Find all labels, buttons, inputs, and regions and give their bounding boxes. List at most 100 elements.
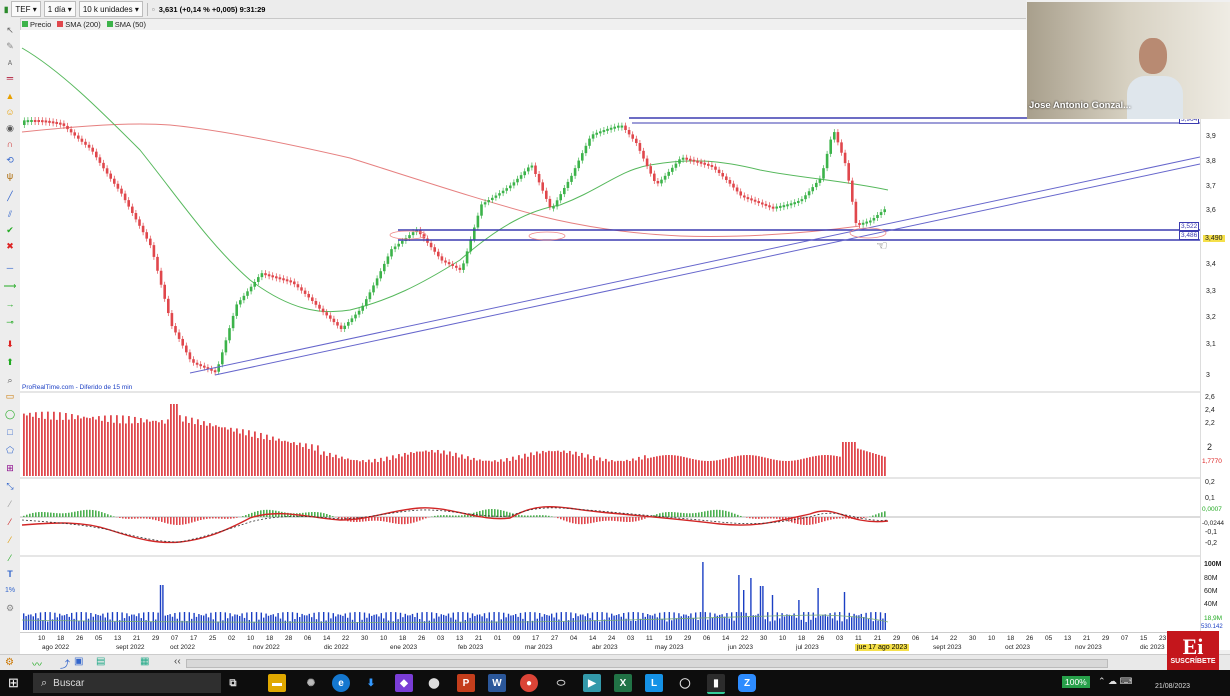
units-selector[interactable]: 10 k unidades ▾ xyxy=(78,1,143,17)
volume-bar xyxy=(882,618,884,630)
candle-body xyxy=(660,179,663,184)
volume-bar xyxy=(846,619,848,630)
polygon-icon[interactable]: ⬠ xyxy=(4,444,16,456)
eye-icon[interactable]: ◉ xyxy=(4,122,16,134)
volume-bar xyxy=(438,616,440,630)
text-tool-icon[interactable]: ᴀ xyxy=(4,56,16,68)
alert-icon[interactable]: ▲ xyxy=(4,90,16,102)
fibonacci-icon[interactable]: ⟲ xyxy=(4,154,16,166)
arrow-up-icon[interactable]: ⬆ xyxy=(4,356,16,368)
chart-canvas[interactable]: ☜ ProRealTime.com - Diferido de 15 min xyxy=(20,30,1200,632)
candle-body xyxy=(509,185,512,189)
andrews-pitchfork-icon[interactable]: ψ xyxy=(4,170,16,182)
template-icon[interactable]: ▦ xyxy=(140,656,149,667)
candle-style-icon[interactable]: ⚙ xyxy=(5,657,14,668)
chart-area[interactable]: ☜ ProRealTime.com - Diferido de 15 min xyxy=(20,30,1200,632)
candlesticks xyxy=(23,117,886,376)
line-tool-icon[interactable]: ─ xyxy=(4,262,16,274)
date-axis[interactable]: 10 18 26 05 13 21 29 07 17 25 02 10 18 28 06 14 22 30 10 18… xyxy=(20,632,1200,655)
maps-icon[interactable]: ⬤ xyxy=(425,674,443,692)
brush-icon[interactable]: ⁄ xyxy=(4,498,16,510)
marker-icon[interactable]: ⁄ xyxy=(4,534,16,546)
chrome-icon[interactable]: ● xyxy=(520,674,538,692)
line-style-icon[interactable]: 〰 xyxy=(32,656,42,671)
l-app-icon[interactable]: L xyxy=(645,674,663,692)
github-icon[interactable]: ◯ xyxy=(676,674,694,692)
histogram-bar xyxy=(341,456,343,476)
histogram-bar xyxy=(743,455,745,476)
macd-bar xyxy=(146,517,148,519)
smiley-icon[interactable]: ☺ xyxy=(4,106,16,118)
timeframe-selector[interactable]: 1 día ▾ xyxy=(43,1,76,17)
volume-bar xyxy=(639,618,642,630)
arrow-down-icon[interactable]: ⬇ xyxy=(4,338,16,350)
download-icon[interactable]: ⬇ xyxy=(362,674,380,692)
prorealtime-icon[interactable]: ▮ xyxy=(707,674,725,694)
powerpoint-icon[interactable]: P xyxy=(457,674,475,692)
tray-icons[interactable]: ⌃ ☁ ⌨ xyxy=(1098,676,1133,687)
rectangle-icon[interactable]: ▭ xyxy=(4,390,16,402)
chart-type-icon[interactable]: ▮ xyxy=(4,5,8,14)
trend-line-icon[interactable]: ╱ xyxy=(4,190,16,202)
legend-item-sma200[interactable]: SMA (200) xyxy=(57,20,101,29)
legend-item-sma50[interactable]: SMA (50) xyxy=(106,20,146,29)
ellipse-icon[interactable]: ◯ xyxy=(4,408,16,420)
histogram-bar xyxy=(632,458,634,476)
highlighter-icon[interactable]: ⁄ xyxy=(4,516,16,528)
settings-icon[interactable]: ⚙ xyxy=(4,602,16,614)
candle-body xyxy=(635,138,638,144)
battery-indicator[interactable]: 100% xyxy=(1062,676,1090,688)
legend-item-price[interactable]: Precio xyxy=(22,20,51,29)
indicator-icon[interactable]: ▤ xyxy=(96,656,105,667)
arrow-up-line-icon[interactable]: ⟶ xyxy=(4,280,17,292)
candle-body xyxy=(30,120,33,123)
symbol-selector[interactable]: TEF ▾ xyxy=(11,1,41,17)
windows-start-icon[interactable]: ⊞ xyxy=(8,675,19,691)
check-icon[interactable]: ✔ xyxy=(4,224,16,236)
measure-icon[interactable]: ⤡ xyxy=(4,480,16,492)
month-label: jul 2023 xyxy=(796,644,819,651)
cursor-icon[interactable]: ↖ xyxy=(4,24,16,36)
square-icon[interactable]: □ xyxy=(4,426,16,438)
candle-body xyxy=(577,160,580,169)
excel-icon[interactable]: X xyxy=(614,674,632,692)
candle-body xyxy=(390,249,393,257)
percent-icon[interactable]: 1% xyxy=(4,584,16,596)
volume-bar xyxy=(56,617,58,630)
file-explorer-icon[interactable]: ▬ xyxy=(268,674,286,692)
horizontal-scrollbar[interactable] xyxy=(186,659,1108,668)
clock-date[interactable]: 21/08/2023 xyxy=(1155,683,1190,690)
cursor-hand-icon: ☜ xyxy=(876,238,888,253)
zoom-app-icon[interactable]: Z xyxy=(738,674,756,692)
candle-body xyxy=(753,199,757,202)
volume-bar xyxy=(152,612,154,630)
crosshair-icon[interactable]: ⁄ xyxy=(4,552,16,564)
histogram-bar xyxy=(98,416,100,476)
horizontal-line-icon[interactable]: ═ xyxy=(4,72,16,84)
macd-bar xyxy=(137,517,139,519)
volume-bar xyxy=(140,618,142,630)
app-icon[interactable]: ✺ xyxy=(302,674,320,692)
share-icon[interactable]: ⤴ xyxy=(60,656,70,671)
histogram-bar xyxy=(761,456,763,476)
edge-icon[interactable]: e xyxy=(332,674,350,692)
layout-icon[interactable]: ▣ xyxy=(74,656,83,667)
text-icon[interactable]: T xyxy=(4,568,16,580)
vpn-icon[interactable]: ◆ xyxy=(395,674,413,692)
magnet-icon[interactable]: ∩ xyxy=(4,138,16,150)
pencil-icon[interactable]: ✎ xyxy=(4,40,16,52)
macd-bar xyxy=(623,517,625,522)
word-icon[interactable]: W xyxy=(488,674,506,692)
scroll-left-icon[interactable]: ‹‹ xyxy=(174,656,181,667)
zoom-icon[interactable]: ⌕ xyxy=(4,374,16,386)
channel-logo[interactable]: Ei SUSCRÍBETE xyxy=(1167,631,1219,670)
task-view-icon[interactable]: ⧉ xyxy=(224,674,242,692)
gann-icon[interactable]: ⊞ xyxy=(4,462,16,474)
media-icon[interactable]: ▶ xyxy=(583,674,601,692)
delete-icon[interactable]: ✖ xyxy=(4,240,16,252)
channel-icon[interactable]: ⫽ xyxy=(4,208,16,220)
segment-icon[interactable]: ⊸ xyxy=(4,316,16,328)
browser-icon[interactable]: ⬭ xyxy=(552,674,570,692)
taskbar-search[interactable]: ⌕ Buscar xyxy=(33,673,221,693)
ray-icon[interactable]: → xyxy=(4,298,16,310)
